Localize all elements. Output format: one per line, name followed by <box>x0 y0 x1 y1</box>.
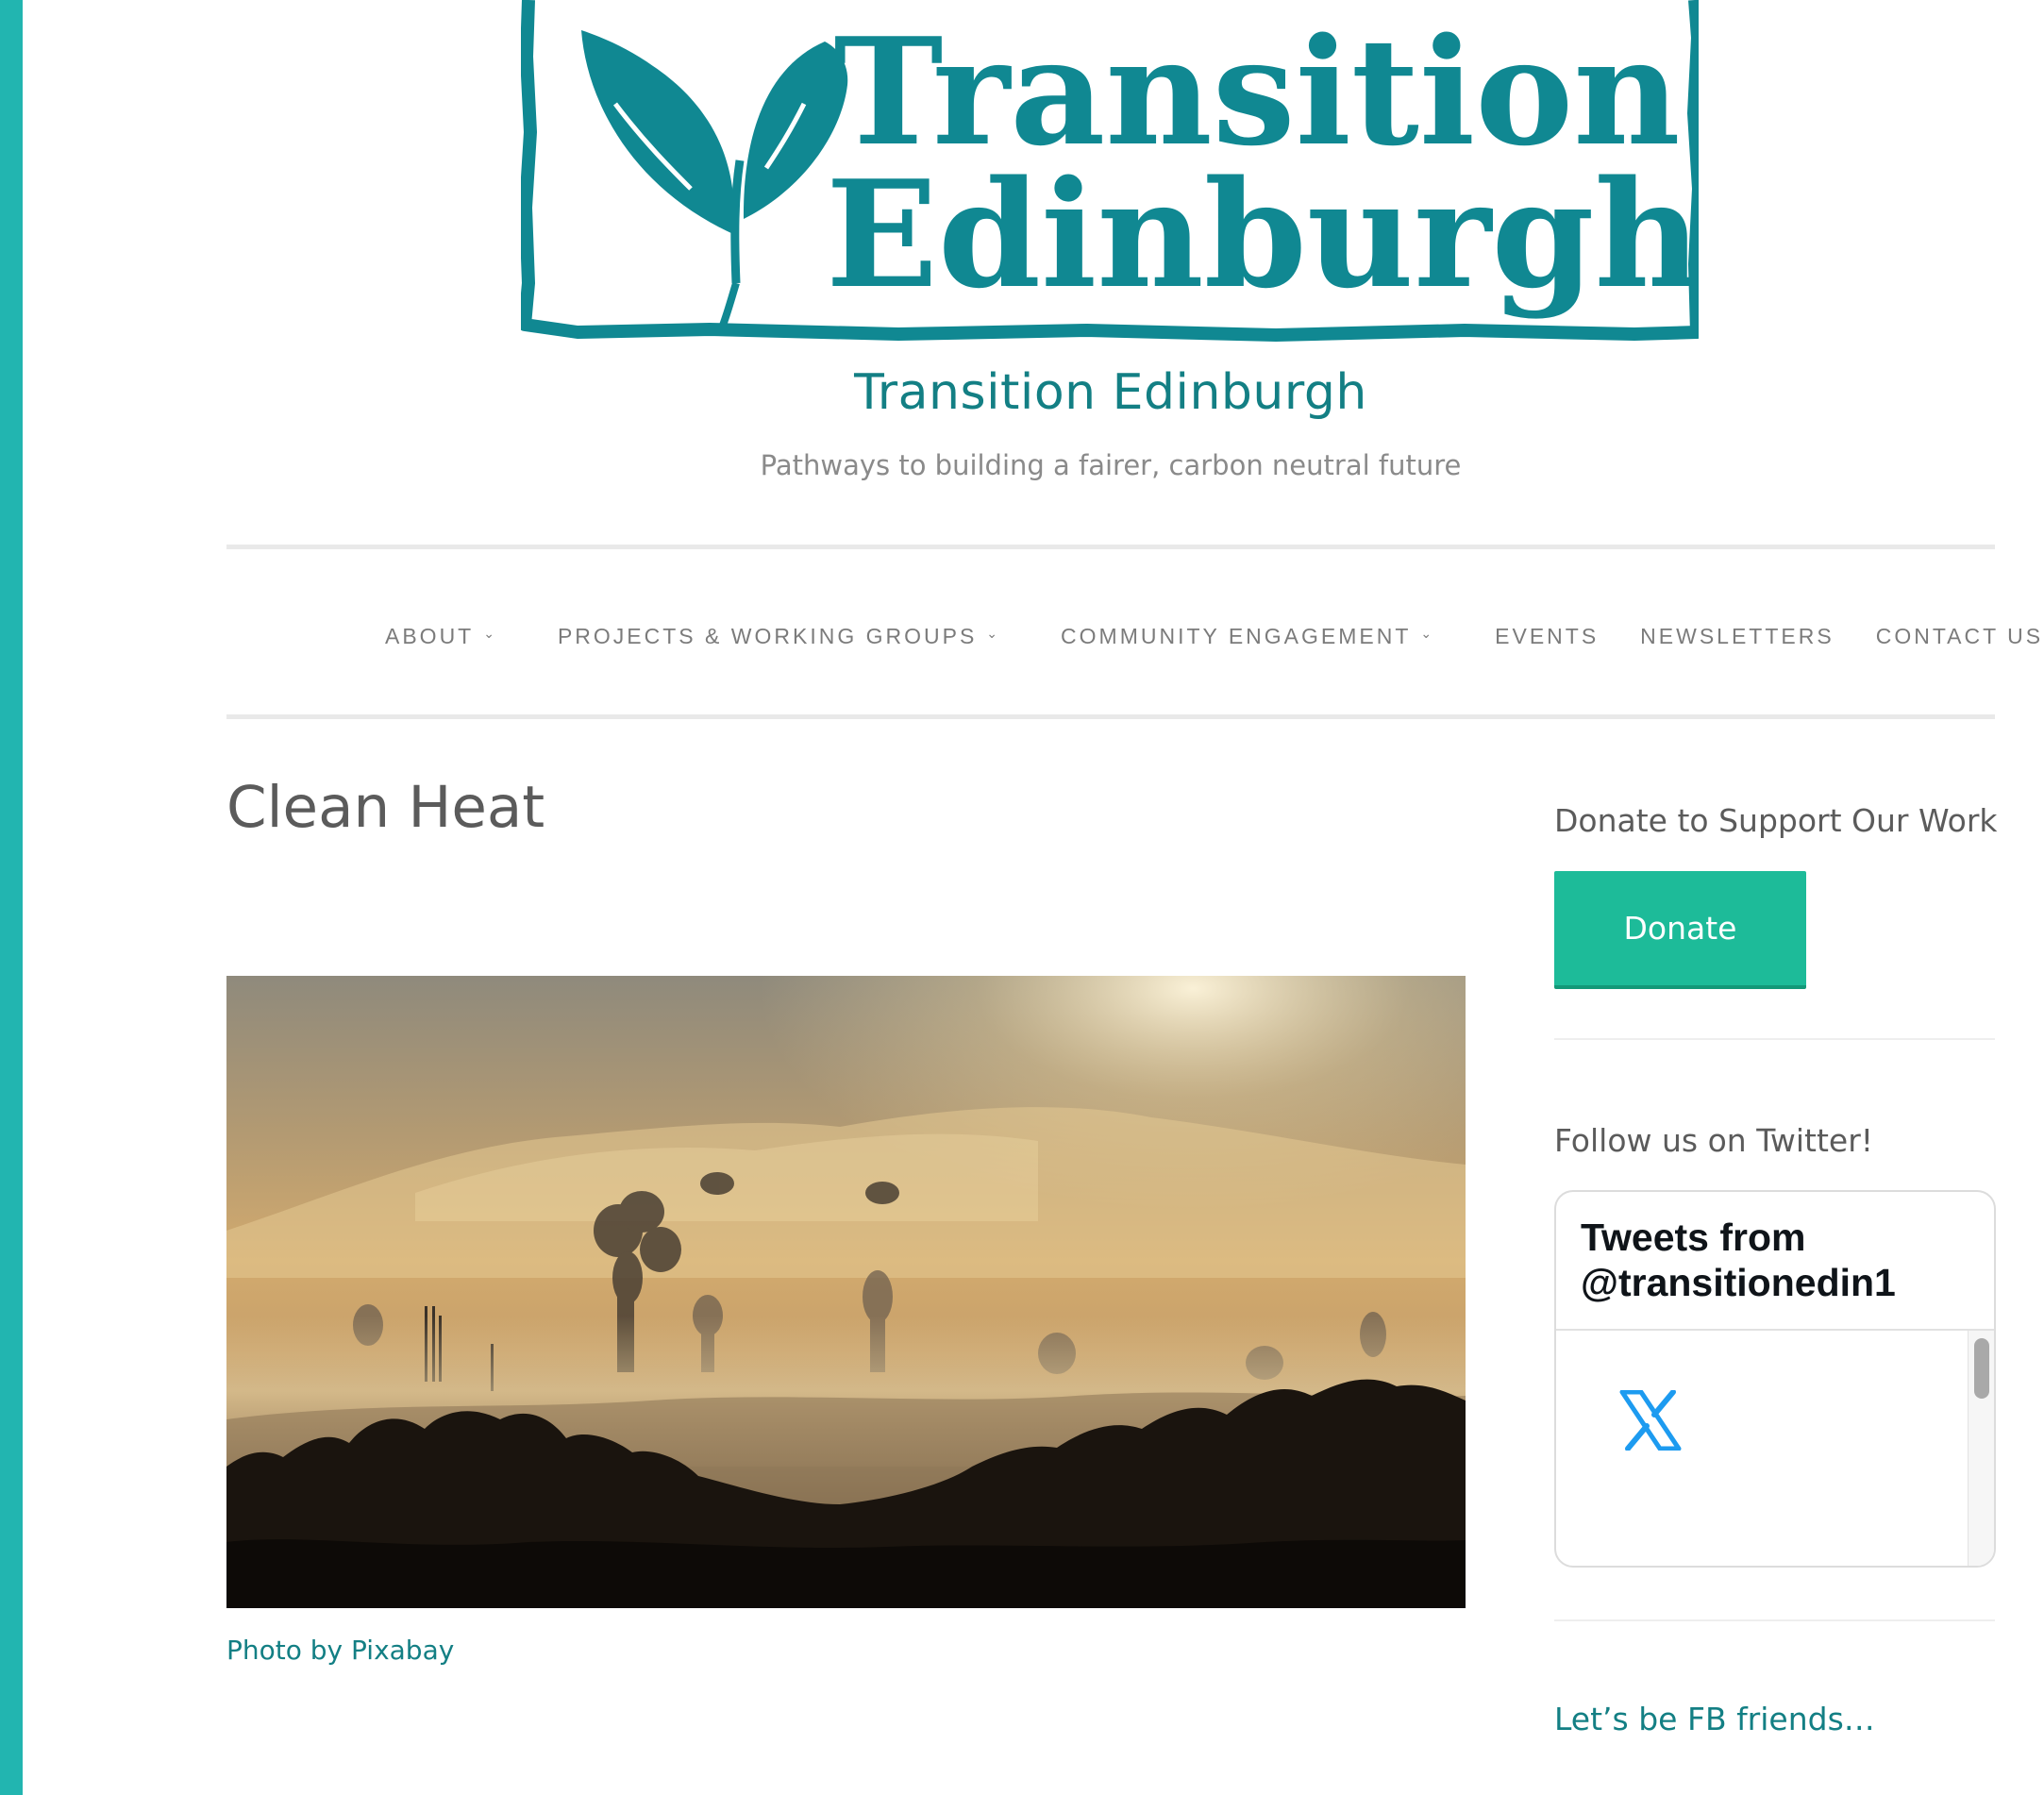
sidebar-divider <box>1554 1619 1995 1621</box>
facebook-link[interactable]: Let’s be FB friends… <box>1554 1701 1875 1737</box>
site-logo[interactable]: Transition Edinburgh <box>521 0 1699 344</box>
nav-item-events[interactable]: EVENTS <box>1495 624 1599 649</box>
logo-text-line2: Edinburgh <box>826 148 1699 321</box>
nav-item-label: NEWSLETTERS <box>1640 623 1835 648</box>
nav-item-newsletters[interactable]: NEWSLETTERS <box>1640 624 1835 649</box>
photo-caption[interactable]: Photo by Pixabay <box>226 1635 454 1666</box>
left-accent-bar <box>0 0 23 1795</box>
nav-item-label: PROJECTS & WORKING GROUPS <box>557 623 978 648</box>
donate-button[interactable]: Donate <box>1554 871 1806 989</box>
nav-item-label: COMMUNITY ENGAGEMENT <box>1061 623 1412 648</box>
page-title: Clean Heat <box>226 774 545 841</box>
hero-image <box>226 976 1466 1608</box>
divider-top <box>226 545 1995 549</box>
donate-widget-title: Donate to Support Our Work <box>1554 802 1998 839</box>
primary-nav: ABOUT ⌄ PROJECTS & WORKING GROUPS ⌄ COMM… <box>385 617 2043 655</box>
twitter-timeline-embed[interactable]: Tweets from @transitionedin1 <box>1554 1190 1996 1568</box>
nav-item-projects[interactable]: PROJECTS & WORKING GROUPS ⌄ <box>558 624 1000 649</box>
chevron-down-icon: ⌄ <box>483 625 497 641</box>
twitter-scrollbar[interactable] <box>1968 1331 1994 1566</box>
nav-item-community-engagement[interactable]: COMMUNITY ENGAGEMENT ⌄ <box>1061 624 1434 649</box>
nav-item-contact[interactable]: CONTACT US <box>1876 624 2043 649</box>
site-title[interactable]: Transition Edinburgh <box>0 364 2044 421</box>
nav-item-label: EVENTS <box>1495 623 1600 648</box>
twitter-widget-title: Follow us on Twitter! <box>1554 1122 1874 1159</box>
scrollbar-thumb[interactable] <box>1974 1338 1989 1399</box>
nav-item-label: ABOUT <box>385 623 475 648</box>
site-tagline: Pathways to building a fairer, carbon ne… <box>760 449 1462 481</box>
chevron-down-icon: ⌄ <box>986 625 1001 641</box>
nav-item-label: CONTACT US <box>1875 623 2044 648</box>
twitter-timeline-header[interactable]: Tweets from @transitionedin1 <box>1581 1215 1958 1305</box>
nav-item-about[interactable]: ABOUT ⌄ <box>385 624 497 649</box>
x-logo-icon <box>1619 1390 1682 1451</box>
twitter-header-divider <box>1556 1329 1994 1331</box>
sidebar-divider <box>1554 1038 1995 1040</box>
divider-nav <box>226 714 1995 719</box>
chevron-down-icon: ⌄ <box>1420 625 1435 641</box>
